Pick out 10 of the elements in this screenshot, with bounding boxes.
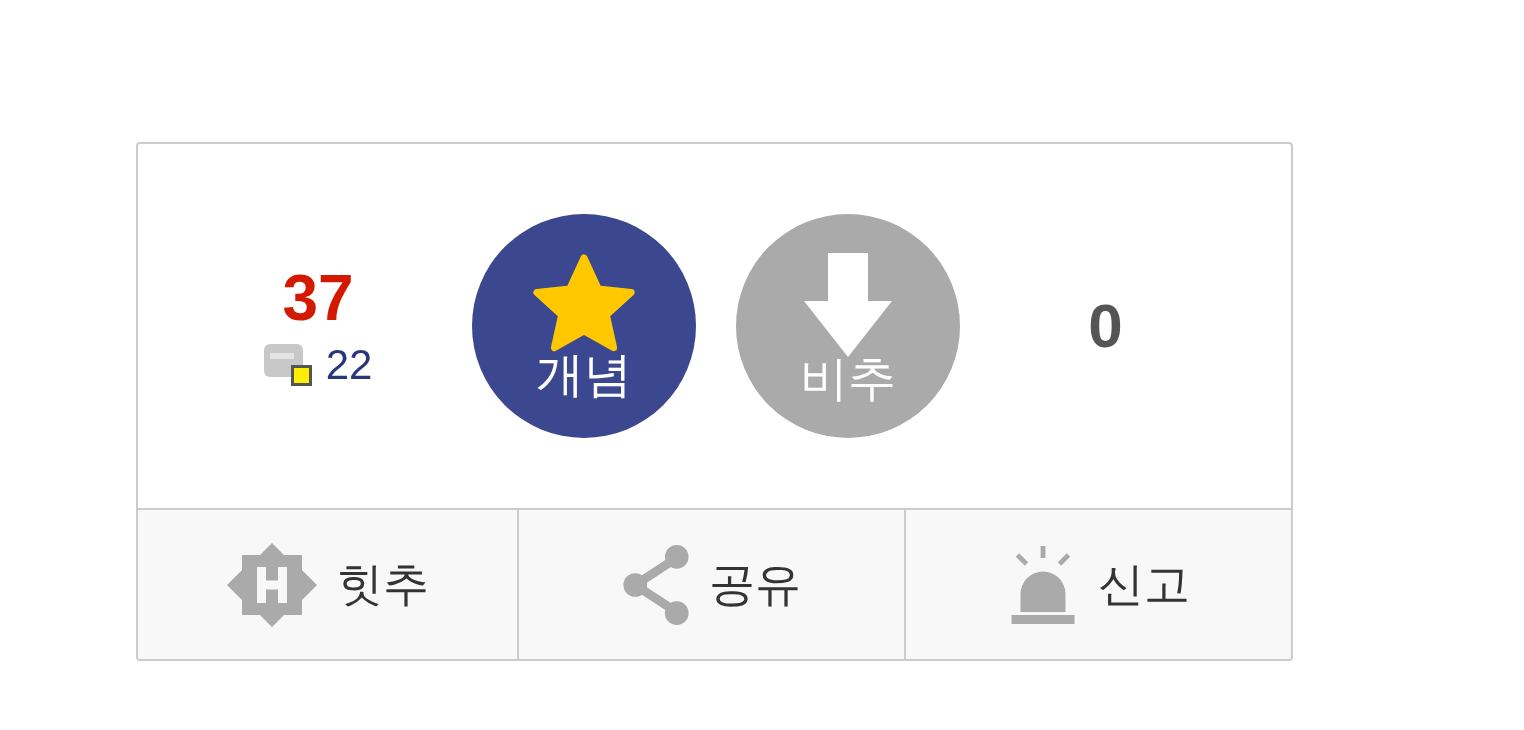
share-icon xyxy=(622,544,689,625)
upvote-button[interactable]: 개념 xyxy=(472,214,696,438)
fixed-count: 22 xyxy=(325,344,373,386)
unrecommend-count: 0 xyxy=(1088,295,1123,357)
report-button[interactable]: 신고 xyxy=(904,510,1291,659)
badge-icon xyxy=(226,542,317,627)
share-button[interactable]: 공유 xyxy=(517,510,904,659)
recommend-count: 37 xyxy=(282,266,354,330)
hit-button[interactable]: 힛추 xyxy=(138,510,517,659)
fixed-user-icon xyxy=(263,344,312,386)
